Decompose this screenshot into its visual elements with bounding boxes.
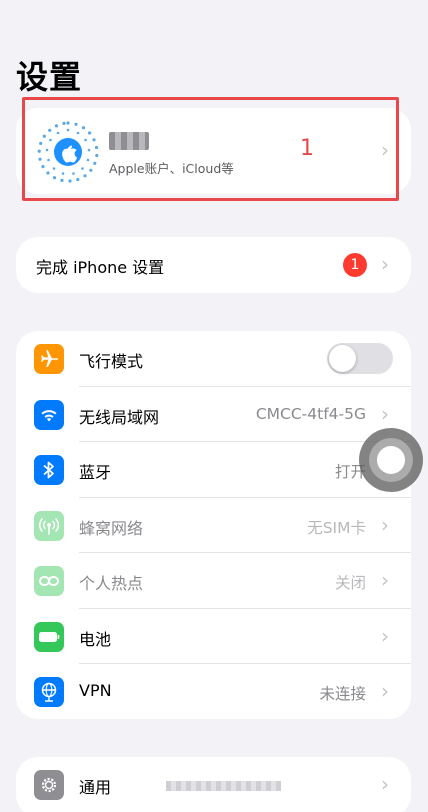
assistive-touch-button[interactable] <box>359 428 423 492</box>
account-name-redacted <box>109 132 149 150</box>
cellular-icon <box>34 510 64 541</box>
settings-row-airplane[interactable]: 飞行模式 <box>16 331 411 387</box>
toggle-knob <box>329 345 356 372</box>
wifi-label: 无线局域网 <box>79 407 160 427</box>
battery-label: 电池 <box>79 629 112 649</box>
chevron-right-icon: › <box>381 568 389 592</box>
apple-account-icon <box>37 121 99 183</box>
chevron-right-icon: › <box>381 512 389 537</box>
settings-row-cellular[interactable]: 蜂窝网络 无SIM卡 › <box>16 498 411 553</box>
connectivity-group: 飞行模式 无线局域网 CMCC-4tf4-5G › 蓝牙 打开 › <box>16 331 411 719</box>
airplane-toggle[interactable] <box>327 343 393 374</box>
gear-icon <box>34 770 64 800</box>
settings-row-battery[interactable]: 电池 › <box>16 609 411 664</box>
general-label: 通用 <box>79 778 112 797</box>
settings-row-bluetooth[interactable]: 蓝牙 打开 › <box>16 442 411 498</box>
account-subtitle: Apple账户、iCloud等 <box>109 161 234 176</box>
chevron-right-icon: › <box>381 772 389 796</box>
chevron-right-icon: › <box>381 679 389 703</box>
wifi-value: CMCC-4tf4-5G <box>255 404 366 423</box>
apple-account-card[interactable]: Apple账户、iCloud等 1 › <box>16 108 411 194</box>
vpn-icon <box>34 677 64 707</box>
chevron-right-icon: › <box>381 623 389 648</box>
hotspot-value: 关闭 <box>334 574 366 592</box>
cellular-value: 无SIM卡 <box>307 518 366 537</box>
annotation-number: 1 <box>300 136 314 161</box>
chevron-right-icon: › <box>381 401 389 426</box>
general-group: 通用 › <box>16 757 411 812</box>
bluetooth-label: 蓝牙 <box>79 463 112 482</box>
settings-row-hotspot[interactable]: 个人热点 关闭 › <box>16 553 411 609</box>
hotspot-label: 个人热点 <box>79 574 144 593</box>
bluetooth-icon <box>34 455 64 485</box>
notification-badge: 1 <box>343 253 367 277</box>
vpn-label: VPN <box>79 681 112 700</box>
chevron-right-icon: › <box>381 252 389 276</box>
finish-setup-row[interactable]: 完成 iPhone 设置 1 › <box>16 237 411 293</box>
airplane-icon <box>34 344 64 374</box>
settings-row-general[interactable]: 通用 › <box>16 757 411 812</box>
settings-row-wifi[interactable]: 无线局域网 CMCC-4tf4-5G › <box>16 387 411 442</box>
settings-row-vpn[interactable]: VPN 未连接 › <box>16 664 411 719</box>
settings-page: 设置 Apple账户、iCloud等 1 › 完成 iPhone 设置 1 › … <box>0 0 428 812</box>
airplane-label: 飞行模式 <box>79 352 144 371</box>
general-value-redacted <box>166 781 281 791</box>
cellular-label: 蜂窝网络 <box>79 518 144 538</box>
finish-setup-label: 完成 iPhone 设置 <box>36 258 165 277</box>
vpn-value: 未连接 <box>319 685 366 703</box>
hotspot-icon <box>34 566 64 596</box>
wifi-icon <box>34 399 64 430</box>
page-title: 设置 <box>16 58 83 96</box>
battery-icon <box>34 621 64 652</box>
chevron-right-icon: › <box>381 138 389 162</box>
